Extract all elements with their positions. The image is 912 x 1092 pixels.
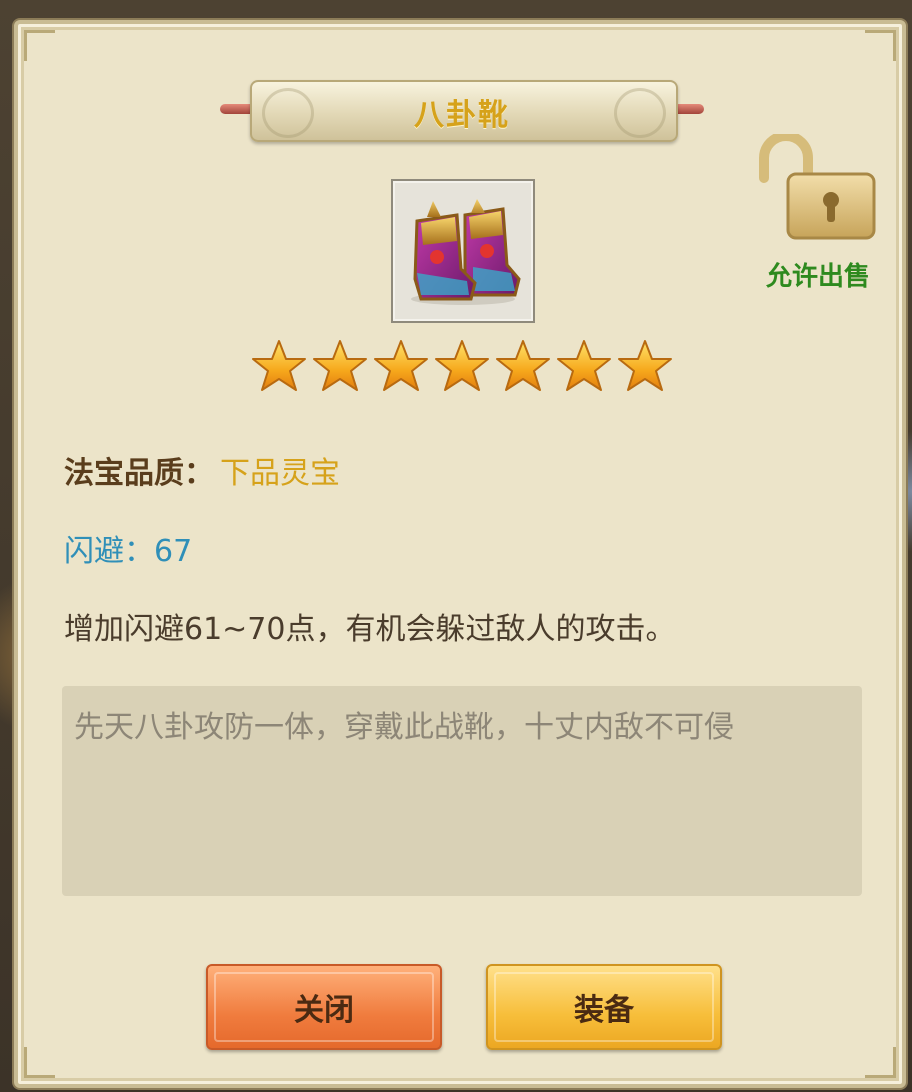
unlocked-padlock-icon [759, 134, 876, 240]
item-icon-frame [391, 179, 535, 323]
effect-description: 增加闪避61~70点，有机会躲过敌人的攻击。 [64, 612, 676, 647]
quality-row: 法宝品质： 下品灵宝 [64, 448, 340, 492]
equip-button-label: 装备 [574, 993, 634, 1028]
equip-button[interactable]: 装备 [486, 964, 722, 1050]
panel-corner-ornament [24, 1047, 55, 1078]
panel-corner-ornament [24, 30, 55, 61]
lore-box: 先天八卦攻防一体，穿戴此战靴，十丈内敌不可侵 [62, 686, 862, 896]
close-button[interactable]: 关闭 [206, 964, 442, 1050]
star-icon [435, 340, 489, 391]
allow-sale-toggle[interactable]: 允许出售 [756, 134, 880, 294]
boots-icon [411, 199, 521, 305]
star-icon [557, 340, 611, 391]
allow-sale-label: 允许出售 [765, 262, 870, 292]
dodge-stat: 闪避：67 [64, 534, 193, 569]
item-title: 八卦靴 [414, 98, 510, 133]
lore-text: 先天八卦攻防一体，穿戴此战靴，十丈内敌不可侵 [74, 710, 734, 745]
star-icon [496, 340, 550, 391]
quality-label: 法宝品质： [64, 456, 214, 491]
star-rating [250, 338, 674, 398]
panel-corner-ornament [865, 1047, 896, 1078]
panel-corner-ornament [865, 30, 896, 61]
star-icon [313, 340, 367, 391]
star-icon [618, 340, 672, 391]
quality-value: 下品灵宝 [220, 456, 340, 491]
title-banner: 八卦靴 [220, 80, 704, 142]
star-icon [252, 340, 306, 391]
close-button-label: 关闭 [294, 993, 354, 1028]
star-icon [374, 340, 428, 391]
